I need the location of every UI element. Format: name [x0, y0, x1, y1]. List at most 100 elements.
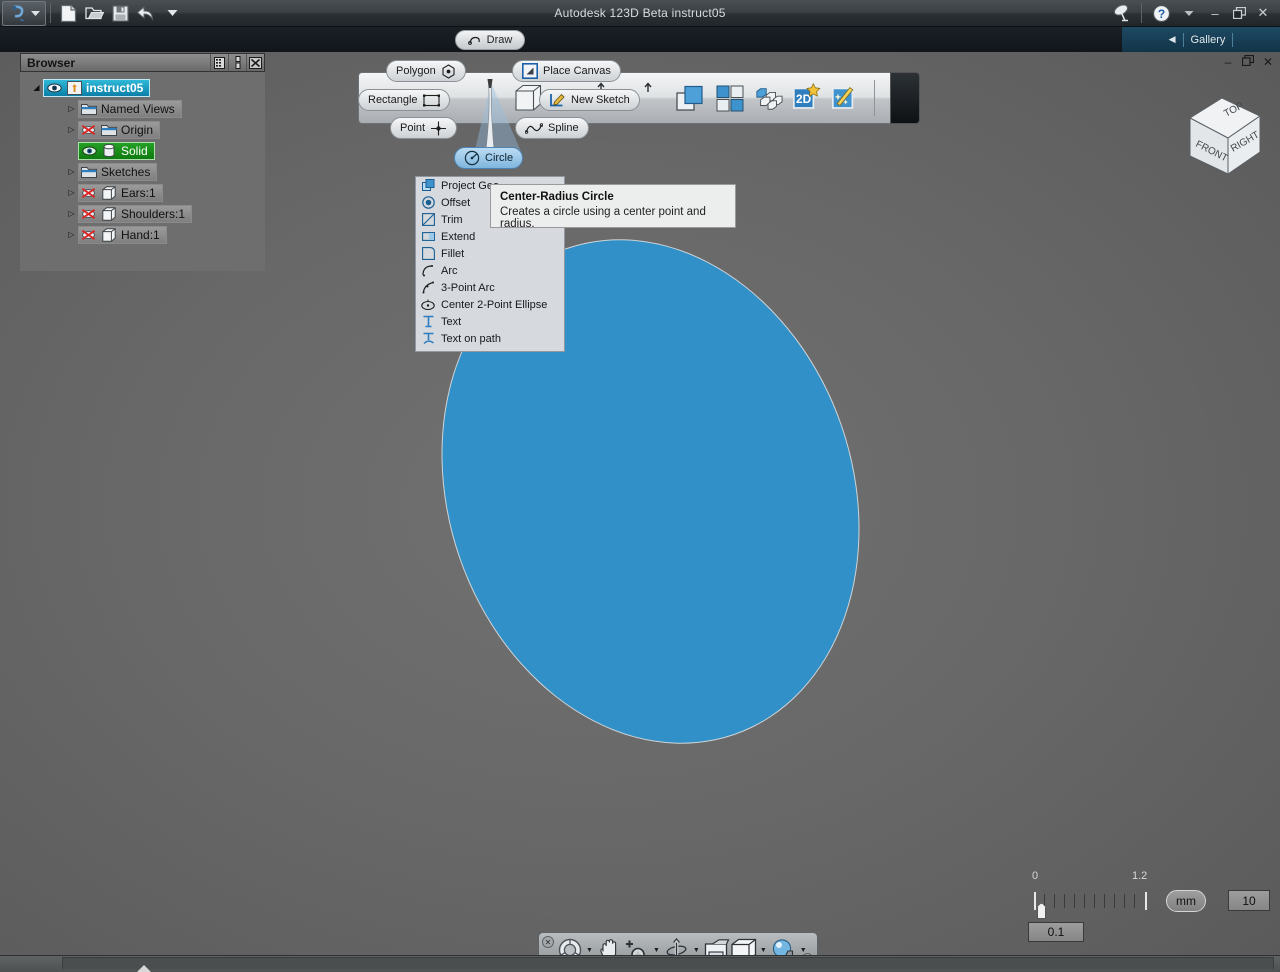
- display-mode-dropdown-icon[interactable]: ▼: [757, 947, 770, 954]
- tree-twisty-instruct05[interactable]: ◢: [30, 83, 43, 92]
- tool-point-button[interactable]: Point: [390, 117, 458, 139]
- tool-circle-button[interactable]: Circle: [454, 147, 524, 169]
- tool-spline-button[interactable]: Spline: [515, 117, 589, 139]
- sketch-plane-cube-button[interactable]: [514, 83, 542, 113]
- tool-place-canvas-button[interactable]: Place Canvas: [512, 60, 621, 82]
- tool-rectangle-button[interactable]: Rectangle: [358, 89, 450, 111]
- navbar-close-button[interactable]: ✕: [542, 936, 554, 948]
- tree-node-hand[interactable]: ▷ Hand:1: [20, 224, 265, 245]
- tree-chip-named-views[interactable]: Named Views: [78, 99, 182, 118]
- tree-node-shoulders[interactable]: ▷ Shoulders:1: [20, 203, 265, 224]
- tree-node-named-views[interactable]: ▷ Named Views: [20, 98, 265, 119]
- grid-spacing-field[interactable]: 10: [1228, 890, 1270, 911]
- window-close-button[interactable]: ✕: [1252, 2, 1274, 24]
- three-point-arc-icon: [421, 281, 435, 295]
- ruler-value-field[interactable]: 0.1: [1028, 922, 1084, 942]
- eye-hidden-icon[interactable]: [81, 228, 97, 242]
- layers-button[interactable]: [676, 83, 704, 113]
- browser-tree: ◢ instruct05 ▷ Named Views ▷ Origin Soli…: [20, 72, 265, 245]
- menu-item-arc[interactable]: Arc: [416, 262, 564, 279]
- tree-node-sketches[interactable]: ▷ Sketches: [20, 161, 265, 182]
- eye-hidden-icon[interactable]: [81, 186, 97, 200]
- new-file-button[interactable]: [55, 1, 81, 25]
- tree-twisty-sketches[interactable]: ▷: [65, 167, 78, 176]
- document-close-button[interactable]: ✕: [1260, 55, 1276, 69]
- view-cube[interactable]: TOP FRONT RIGHT: [1178, 90, 1270, 182]
- ruler-tick: [1064, 894, 1065, 908]
- tree-chip-hand[interactable]: Hand:1: [78, 225, 167, 244]
- tool-polygon-button[interactable]: Polygon: [386, 60, 466, 82]
- eye-icon[interactable]: [81, 144, 97, 158]
- status-bar-grip[interactable]: [137, 965, 151, 972]
- magic-wand-icon: [832, 86, 854, 109]
- tree-node-origin[interactable]: ▷ Origin: [20, 119, 265, 140]
- eye-hidden-icon[interactable]: [81, 123, 97, 137]
- browser-close-button[interactable]: [246, 54, 264, 71]
- ruler-unit-button[interactable]: mm: [1166, 890, 1206, 912]
- menu-label-center-2-point-ellipse: Center 2-Point Ellipse: [441, 298, 548, 311]
- restore-icon: [1232, 7, 1246, 19]
- blocks-button[interactable]: [755, 83, 783, 113]
- window-minimize-button[interactable]: –: [1204, 2, 1226, 24]
- menu-label-3-point-arc: 3-Point Arc: [441, 281, 495, 294]
- menu-label-fillet: Fillet: [441, 247, 465, 260]
- tree-label-named-views: Named Views: [101, 101, 175, 116]
- magic-wand-button[interactable]: [832, 81, 860, 111]
- tree-node-instruct05[interactable]: ◢ instruct05: [20, 77, 265, 98]
- undo-button[interactable]: [133, 1, 159, 25]
- document-minimize-button[interactable]: –: [1220, 55, 1236, 69]
- tree-node-solid[interactable]: Solid: [20, 140, 265, 161]
- open-file-button[interactable]: [81, 1, 107, 25]
- tree-twisty-named-views[interactable]: ▷: [65, 104, 78, 113]
- menu-label-offset: Offset: [441, 196, 471, 209]
- help-button[interactable]: ?: [1148, 1, 1174, 25]
- tree-chip-ears[interactable]: Ears:1: [78, 183, 163, 202]
- menu-item-3-point-arc[interactable]: 3-Point Arc: [416, 279, 564, 296]
- ruler-track[interactable]: [1034, 892, 1149, 910]
- document-restore-button[interactable]: [1240, 54, 1256, 69]
- 2d-button[interactable]: 2D: [793, 81, 821, 111]
- tree-chip-instruct05[interactable]: instruct05: [43, 78, 151, 97]
- tree-label-solid: Solid: [121, 143, 148, 158]
- menu-item-text[interactable]: Text: [416, 313, 564, 330]
- document-restore-icon: [1241, 54, 1255, 67]
- app-menu-button[interactable]: [2, 0, 46, 26]
- help-dropdown-button[interactable]: [1176, 1, 1202, 25]
- window-restore-button[interactable]: [1228, 2, 1250, 24]
- eye-icon[interactable]: [46, 81, 62, 95]
- scale-ruler-widget: 0 1.2 0.1 mm 10: [1028, 870, 1270, 942]
- tree-chip-shoulders[interactable]: Shoulders:1: [78, 204, 193, 223]
- save-file-button[interactable]: [107, 1, 133, 25]
- tab-draw[interactable]: Draw: [455, 30, 525, 50]
- browser-title: Browser: [27, 55, 76, 70]
- eye-hidden-icon[interactable]: [81, 207, 97, 221]
- tree-twisty-hand[interactable]: ▷: [65, 230, 78, 239]
- satellite-button[interactable]: [1109, 1, 1135, 25]
- browser-dock-button[interactable]: [228, 54, 246, 71]
- tree-twisty-origin[interactable]: ▷: [65, 125, 78, 134]
- grid-view-button[interactable]: [716, 83, 744, 113]
- tree-chip-origin[interactable]: Origin: [78, 120, 161, 139]
- gallery-collapse-icon[interactable]: ◀: [1169, 34, 1176, 45]
- tree-twisty-ears[interactable]: ▷: [65, 188, 78, 197]
- menu-item-fillet[interactable]: Fillet: [416, 245, 564, 262]
- tree-chip-solid[interactable]: Solid: [78, 141, 155, 160]
- customize-dropdown-icon: [167, 10, 177, 16]
- status-bar-inner: [62, 957, 1274, 969]
- ruler-tick: [1074, 894, 1075, 908]
- orbit-dropdown-icon[interactable]: ▼: [690, 947, 703, 954]
- steering-wheel-dropdown-icon[interactable]: ▼: [583, 947, 596, 954]
- tree-node-ears[interactable]: ▷ Ears:1: [20, 182, 265, 203]
- tool-new-sketch-button[interactable]: New Sketch: [539, 89, 640, 111]
- menu-item-center-2-point-ellipse[interactable]: Center 2-Point Ellipse: [416, 296, 564, 313]
- tool-rectangle-label: Rectangle: [368, 94, 418, 106]
- gallery-panel-tab[interactable]: ◀ Gallery: [1122, 27, 1280, 52]
- menu-item-extend[interactable]: Extend: [416, 228, 564, 245]
- customize-dropdown-button[interactable]: [159, 1, 185, 25]
- title-bar-right-group: ? – ✕: [1109, 0, 1280, 26]
- tree-chip-sketches[interactable]: Sketches: [78, 162, 158, 181]
- browser-view-toggle-button[interactable]: [210, 54, 228, 71]
- zoom-dropdown-icon[interactable]: ▼: [650, 947, 663, 954]
- tree-twisty-shoulders[interactable]: ▷: [65, 209, 78, 218]
- menu-item-text-on-path[interactable]: Text on path: [416, 330, 564, 347]
